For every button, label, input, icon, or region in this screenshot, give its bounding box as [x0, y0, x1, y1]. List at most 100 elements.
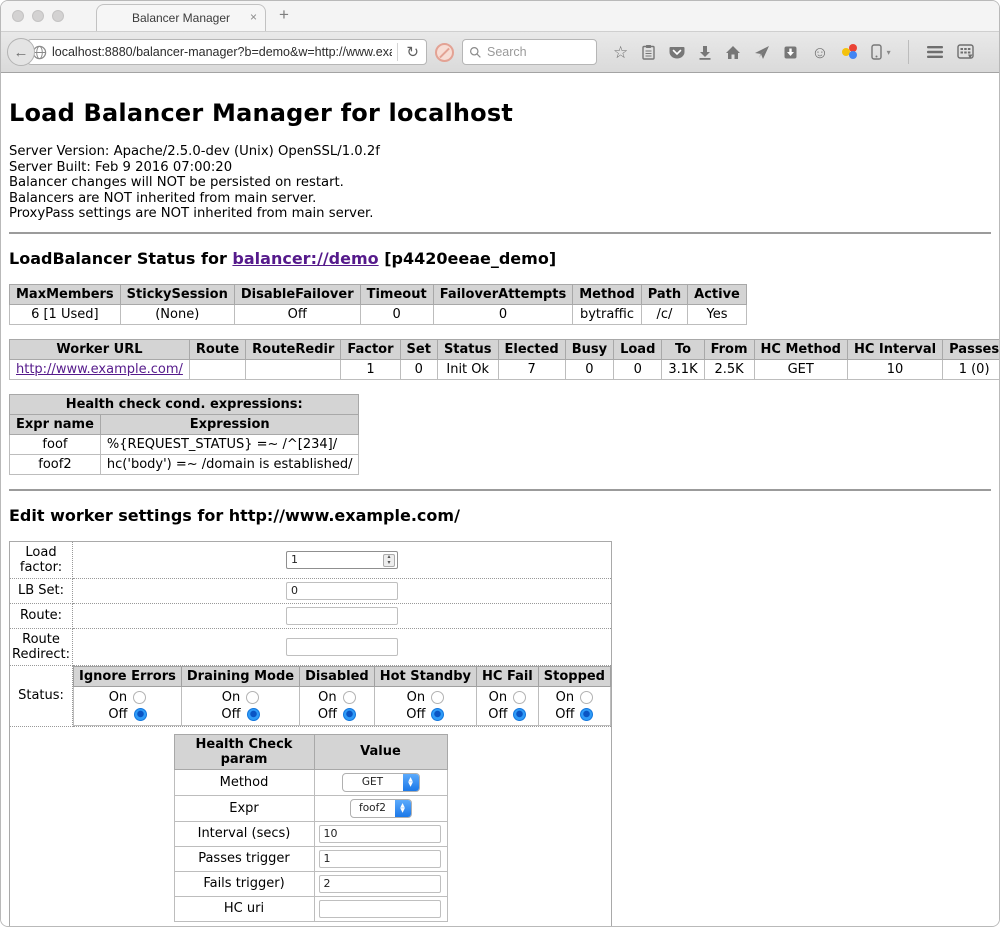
status-radio-row: On Off On Off On Off	[74, 686, 611, 725]
reload-icon[interactable]: ↻	[403, 43, 422, 61]
radio-off-draining-mode[interactable]	[247, 708, 260, 721]
clipboard-icon[interactable]	[641, 44, 656, 60]
server-version-line: Server Version: Apache/2.5.0-dev (Unix) …	[9, 144, 991, 160]
persist-notice-line: Balancer changes will NOT be persisted o…	[9, 175, 991, 191]
back-button[interactable]: ←	[7, 38, 35, 66]
send-plane-icon[interactable]	[754, 45, 770, 60]
search-input[interactable]	[487, 45, 590, 59]
apps-grid-icon[interactable]	[957, 44, 974, 60]
expr-name-cell: foof2	[10, 454, 101, 474]
load-factor-field: ▴▾	[286, 551, 398, 569]
server-info: Server Version: Apache/2.5.0-dev (Unix) …	[9, 144, 991, 222]
hc-fails-input[interactable]	[319, 875, 441, 893]
radio-on-hot-standby[interactable]	[431, 691, 444, 704]
load-factor-input[interactable]	[286, 551, 398, 569]
proxypass-notice-line: ProxyPass settings are NOT inherited fro…	[9, 206, 991, 222]
worker-url-link[interactable]: http://www.example.com/	[16, 362, 183, 377]
download-panel-icon[interactable]	[783, 45, 798, 60]
maximize-window-button[interactable]	[52, 10, 64, 22]
hc-fails-row: Fails trigger)	[174, 871, 447, 896]
balancer-link[interactable]: balancer://demo	[232, 249, 378, 268]
table-title-row: Health check cond. expressions:	[10, 394, 359, 414]
column-header: MaxMembers	[10, 284, 121, 304]
column-header: RouteRedir	[246, 339, 341, 359]
route-redirect-input[interactable]	[286, 638, 398, 656]
close-window-button[interactable]	[12, 10, 24, 22]
table-cell: 7	[498, 359, 565, 379]
new-tab-button[interactable]: +	[279, 5, 289, 25]
column-header: From	[704, 339, 754, 359]
radio-off-ignore-errors[interactable]	[134, 708, 147, 721]
status-options-table: Ignore Errors Draining Mode Disabled Hot…	[73, 666, 611, 726]
route-redirect-row: Route Redirect:	[10, 628, 612, 665]
server-built-line: Server Built: Feb 9 2016 07:00:20	[9, 160, 991, 176]
url-input[interactable]	[52, 45, 392, 59]
hc-expr-label: Expr	[174, 795, 314, 821]
table-cell: 0	[433, 304, 573, 324]
hc-passes-row: Passes trigger	[174, 846, 447, 871]
hamburger-menu-icon[interactable]	[926, 45, 944, 59]
minimize-window-button[interactable]	[32, 10, 44, 22]
edit-worker-form: Load factor: ▴▾ LB Set: Route: Route Red…	[9, 541, 612, 926]
divider	[9, 489, 991, 491]
hc-interval-input[interactable]	[319, 825, 441, 843]
hc-interval-row: Interval (secs)	[174, 821, 447, 846]
number-spinner-icon[interactable]: ▴▾	[383, 554, 395, 567]
extension-dots-icon[interactable]	[842, 44, 858, 60]
download-arrow-icon[interactable]	[698, 45, 712, 60]
tab-close-icon[interactable]: ×	[250, 10, 257, 24]
browser-tab[interactable]: Balancer Manager ×	[96, 4, 266, 31]
radio-on-hc-fail[interactable]	[513, 691, 526, 704]
blocked-content-icon[interactable]	[435, 43, 454, 62]
radio-on-label: On	[109, 690, 127, 705]
column-header: Expr name	[10, 414, 101, 434]
column-header: StickySession	[120, 284, 234, 304]
table-cell: GET	[754, 359, 847, 379]
radio-on-draining-mode[interactable]	[246, 691, 259, 704]
status-radio-cell-disabled: On Off	[300, 686, 375, 725]
bookmark-star-icon[interactable]: ☆	[613, 44, 628, 61]
navigation-toolbar: ← ↻ ☆	[1, 31, 999, 73]
table-cell: (None)	[120, 304, 234, 324]
radio-off-label: Off	[108, 707, 127, 722]
balancers-notice-line: Balancers are NOT inherited from main se…	[9, 191, 991, 207]
radio-on-disabled[interactable]	[343, 691, 356, 704]
table-cell: /c/	[641, 304, 687, 324]
hc-uri-input[interactable]	[319, 900, 441, 918]
column-header: Expression	[100, 414, 359, 434]
column-header: Worker URL	[10, 339, 190, 359]
hc-expr-select[interactable]: foof2 ▲▼	[350, 799, 412, 818]
lb-set-row: LB Set:	[10, 578, 612, 603]
balancer-status-heading: LoadBalancer Status for balancer://demo …	[9, 249, 991, 268]
hc-method-select[interactable]: GET ▲▼	[342, 773, 420, 792]
hc-passes-input[interactable]	[319, 850, 441, 868]
radio-on-ignore-errors[interactable]	[133, 691, 146, 704]
status-column-header: Hot Standby	[374, 666, 476, 686]
route-input[interactable]	[286, 607, 398, 625]
home-icon[interactable]	[725, 45, 741, 60]
column-header: HC Method	[754, 339, 847, 359]
table-cell: Yes	[688, 304, 747, 324]
device-menu-caret-icon[interactable]: ▾	[887, 48, 891, 57]
table-cell	[246, 359, 341, 379]
pocket-icon[interactable]	[669, 45, 685, 60]
url-bar[interactable]: ↻	[27, 39, 427, 65]
radio-off-hc-fail[interactable]	[513, 708, 526, 721]
column-header: Set	[400, 339, 437, 359]
column-header: Busy	[565, 339, 613, 359]
radio-off-disabled[interactable]	[343, 708, 356, 721]
lb-set-input[interactable]	[286, 582, 398, 600]
search-bar[interactable]	[462, 39, 597, 65]
expr-name-cell: foof	[10, 434, 101, 454]
page-title: Load Balancer Manager for localhost	[9, 99, 991, 127]
radio-off-label: Off	[555, 707, 574, 722]
feedback-smiley-icon[interactable]: ☺	[811, 44, 828, 61]
mobile-device-icon[interactable]	[871, 44, 882, 60]
table-title: Health check cond. expressions:	[10, 394, 359, 414]
worker-url-cell: http://www.example.com/	[10, 359, 190, 379]
radio-on-stopped[interactable]	[580, 691, 593, 704]
select-stepper-icon: ▲▼	[403, 774, 419, 791]
hc-expr-selected-value: foof2	[351, 800, 395, 817]
radio-off-stopped[interactable]	[580, 708, 593, 721]
radio-off-hot-standby[interactable]	[431, 708, 444, 721]
